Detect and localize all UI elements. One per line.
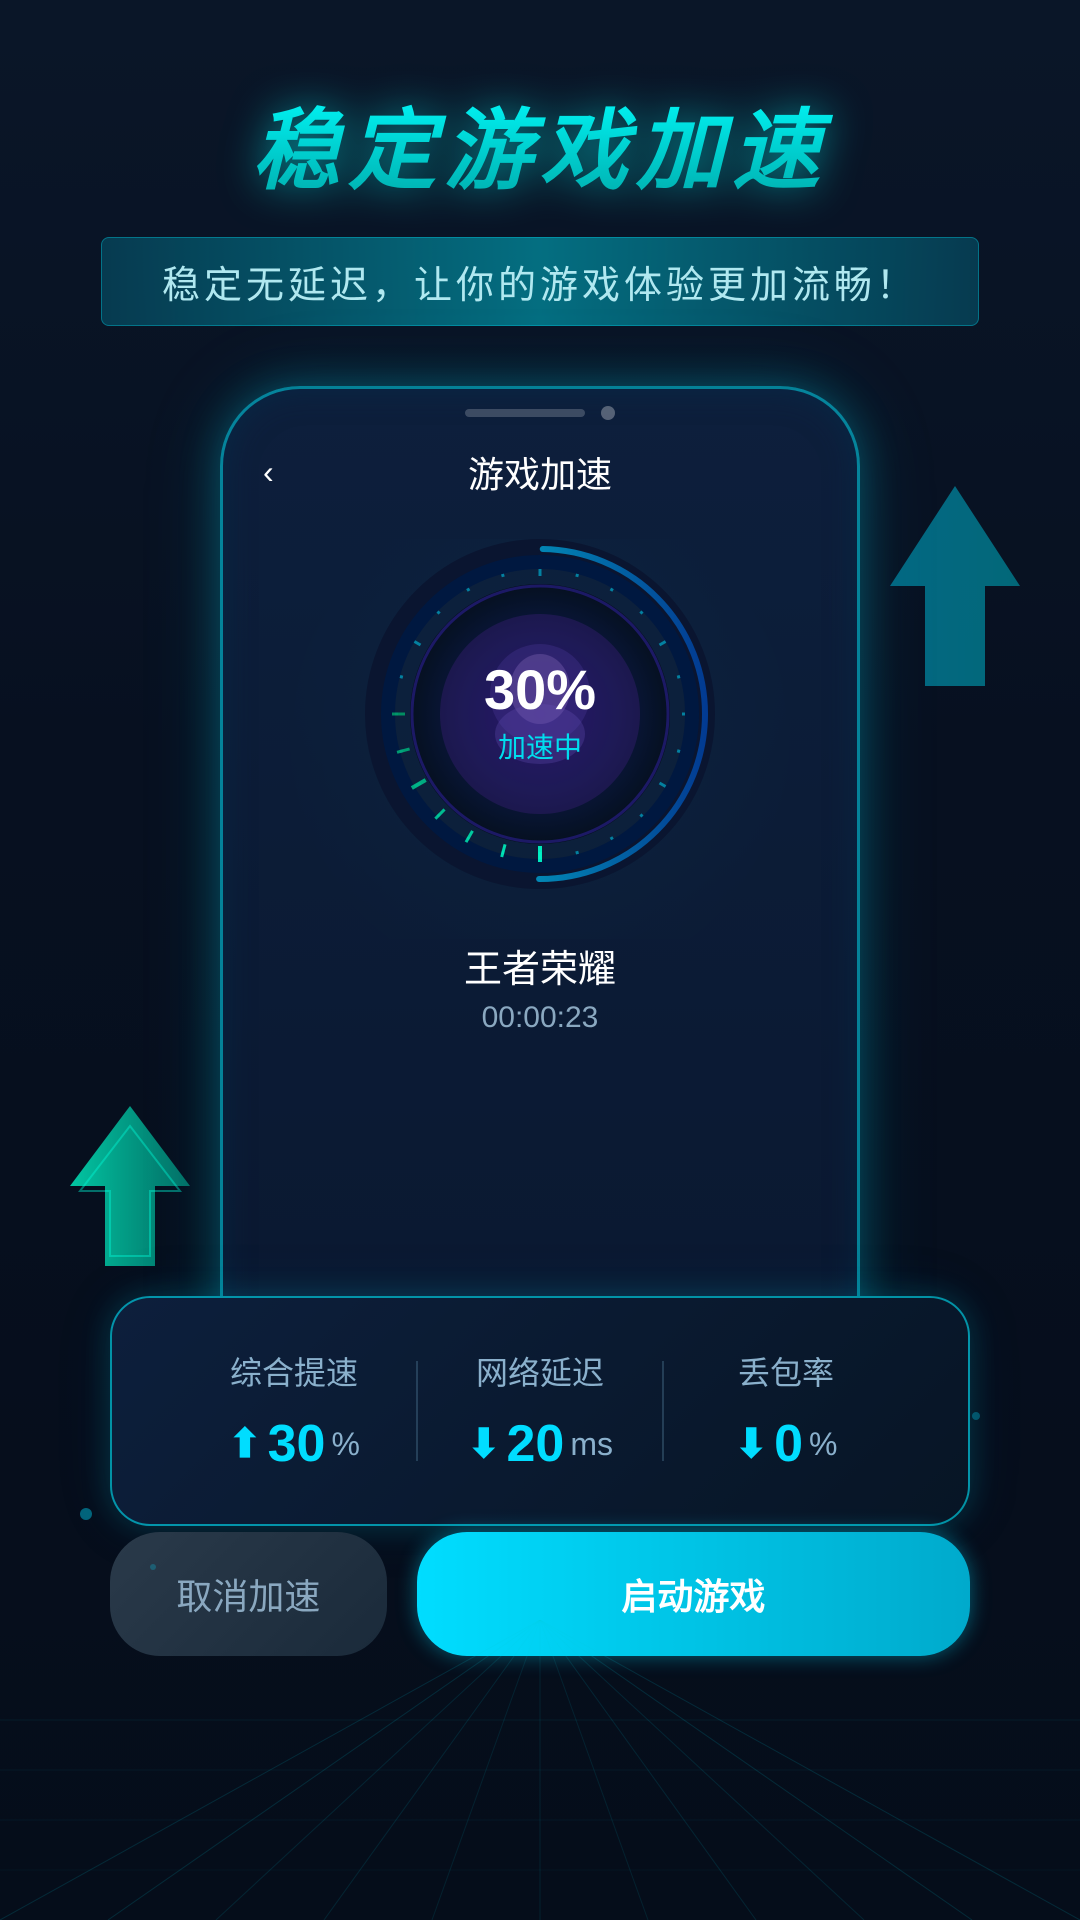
latency-value: ⬇ 20 ms [418, 1414, 662, 1474]
left-arrow-decoration [70, 1106, 190, 1266]
packet-value: ⬇ 0 % [664, 1414, 908, 1474]
glow-dot-1 [80, 1508, 92, 1520]
latency-stat: 网络延迟 ⬇ 20 ms [418, 1348, 662, 1474]
latency-label: 网络延迟 [418, 1348, 662, 1394]
packet-down-arrow: ⬇ [735, 1421, 769, 1467]
packet-number: 0 [774, 1414, 803, 1474]
stats-row: 综合提速 ⬆ 30 % 网络延迟 ⬇ 20 ms [172, 1348, 908, 1474]
phone-screen-title: 游戏加速 [468, 446, 612, 498]
latency-unit: ms [570, 1426, 613, 1463]
back-button[interactable]: ‹ [263, 454, 274, 491]
phone-notch [465, 409, 585, 417]
packet-unit: % [809, 1426, 837, 1463]
subtitle-text: 稳定无延迟，让你的游戏体验更加流畅！ [162, 265, 918, 307]
gauge-percent: 30% [484, 662, 596, 718]
subtitle-banner: 稳定无延迟，让你的游戏体验更加流畅！ [101, 237, 979, 326]
game-timer: 00:00:23 [464, 1001, 616, 1035]
speed-label: 综合提速 [172, 1348, 416, 1394]
speed-gauge: 30% 加速中 [360, 534, 720, 894]
speed-stat: 综合提速 ⬆ 30 % [172, 1348, 416, 1474]
gauge-center: 30% 加速中 [484, 662, 596, 766]
speed-unit: % [331, 1426, 359, 1463]
phone-top-bar [223, 389, 857, 420]
latency-down-arrow: ⬇ [467, 1421, 501, 1467]
phone-camera [601, 406, 615, 420]
right-arrow-decoration [890, 486, 1020, 686]
speed-value: ⬆ 30 % [172, 1414, 416, 1474]
game-info: 王者荣耀 00:00:23 [464, 938, 616, 1035]
title-section: 稳定游戏加速 稳定无延迟，让你的游戏体验更加流畅！ [101, 80, 979, 326]
latency-number: 20 [507, 1414, 565, 1474]
glow-dot-3 [150, 1564, 156, 1570]
action-buttons: 取消加速 启动游戏 [110, 1532, 970, 1656]
phone-header: ‹ 游戏加速 [223, 430, 857, 514]
stats-panel: 综合提速 ⬆ 30 % 网络延迟 ⬇ 20 ms [110, 1296, 970, 1526]
speed-up-arrow: ⬆ [228, 1421, 262, 1467]
packet-stat: 丢包率 ⬇ 0 % [664, 1348, 908, 1474]
page: 稳定游戏加速 稳定无延迟，让你的游戏体验更加流畅！ [0, 0, 1080, 1920]
game-name: 王者荣耀 [464, 938, 616, 993]
perspective-grid [0, 1620, 1080, 1920]
cancel-button[interactable]: 取消加速 [110, 1532, 387, 1656]
glow-dot-2 [972, 1412, 980, 1420]
gauge-status: 加速中 [484, 726, 596, 766]
phone-frame: ‹ 游戏加速 [220, 386, 860, 1406]
speed-number: 30 [268, 1414, 326, 1474]
phone-area: ‹ 游戏加速 [90, 386, 990, 1486]
start-game-button[interactable]: 启动游戏 [417, 1532, 970, 1656]
packet-label: 丢包率 [664, 1348, 908, 1394]
main-title: 稳定游戏加速 [101, 80, 979, 207]
